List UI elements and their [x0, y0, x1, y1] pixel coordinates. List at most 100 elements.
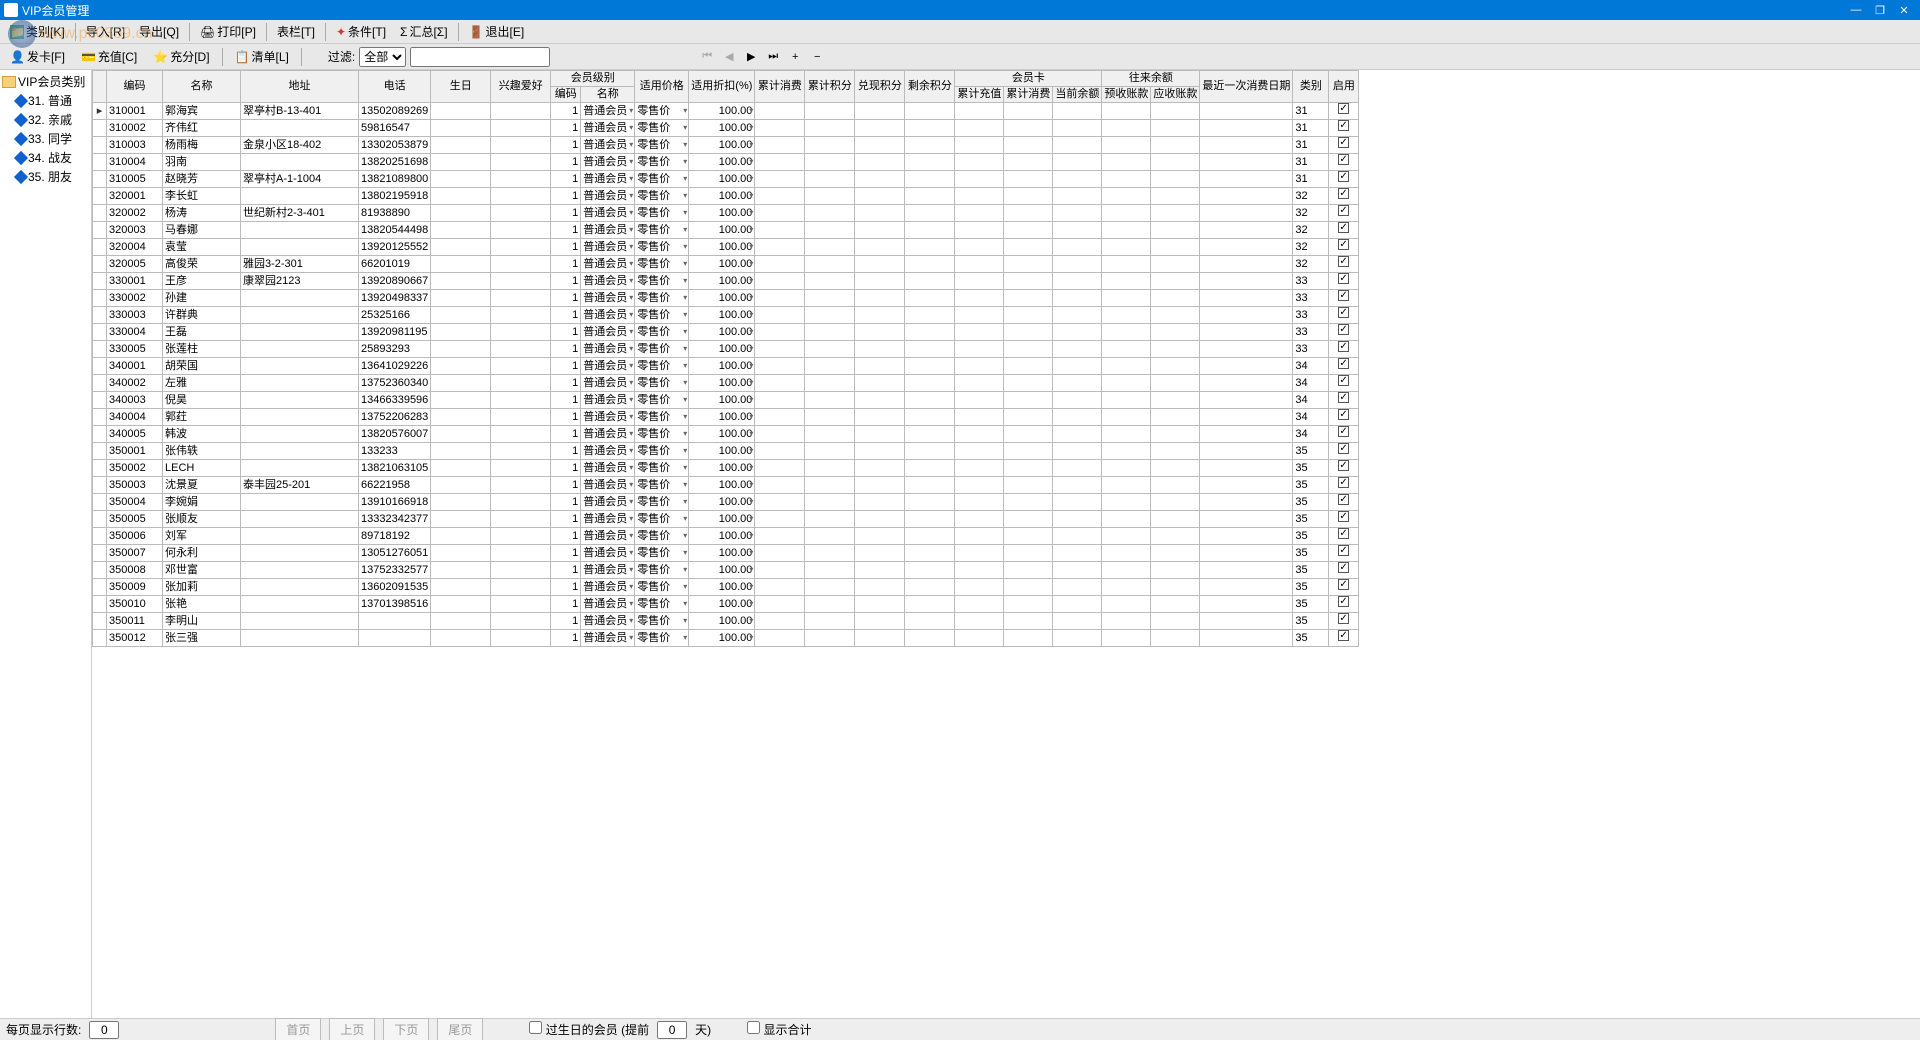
table-row[interactable]: 350006刘军897181921普通会员零售价100.0035: [93, 528, 1359, 545]
print-button[interactable]: 🖨打印[P]: [194, 21, 262, 42]
table-row[interactable]: 350002LECH138210631051普通会员零售价100.0035: [93, 460, 1359, 477]
table-row[interactable]: 340001胡荣国136410292261普通会员零售价100.0034: [93, 358, 1359, 375]
enable-checkbox[interactable]: [1338, 103, 1349, 114]
table-row[interactable]: 330001王彦康翠园2123139208906671普通会员零售价100.00…: [93, 273, 1359, 290]
format-button[interactable]: 表栏[T]: [271, 21, 321, 42]
enable-checkbox[interactable]: [1338, 392, 1349, 403]
first-page-button[interactable]: 首页: [275, 1018, 321, 1040]
points-button[interactable]: ⭐充分[D]: [147, 46, 215, 67]
filter-input[interactable]: [410, 47, 550, 67]
table-row[interactable]: 350010张艳137013985161普通会员零售价100.0035: [93, 596, 1359, 613]
enable-checkbox[interactable]: [1338, 154, 1349, 165]
recharge-button[interactable]: 💳充值[C]: [75, 46, 143, 67]
birthday-days-input[interactable]: [657, 1021, 687, 1039]
table-row[interactable]: 330002孙建139204983371普通会员零售价100.0033: [93, 290, 1359, 307]
condition-button[interactable]: ✦条件[T]: [330, 21, 392, 42]
table-row[interactable]: 350003沈景夏泰丰园25-201662219581普通会员零售价100.00…: [93, 477, 1359, 494]
export-button[interactable]: 导出[Q]: [133, 21, 185, 42]
enable-checkbox[interactable]: [1338, 528, 1349, 539]
col-disc[interactable]: 适用折扣(%): [689, 71, 755, 103]
enable-checkbox[interactable]: [1338, 562, 1349, 573]
col-price[interactable]: 适用价格: [635, 71, 689, 103]
pagesize-input[interactable]: [89, 1021, 119, 1039]
col-totpts[interactable]: 累计积分: [805, 71, 855, 103]
table-row[interactable]: 320005高俊荣雅园3-2-301662010191普通会员零售价100.00…: [93, 256, 1359, 273]
grid[interactable]: 编码 名称 地址 电话 生日 兴趣爱好 会员级别 适用价格 适用折扣(%) 累计…: [92, 70, 1920, 1020]
col-bal[interactable]: 往来余额: [1102, 71, 1200, 87]
enable-checkbox[interactable]: [1338, 256, 1349, 267]
enable-checkbox[interactable]: [1338, 511, 1349, 522]
nav-first-icon[interactable]: ⏮: [698, 48, 716, 66]
enable-checkbox[interactable]: [1338, 137, 1349, 148]
tree-item-3[interactable]: 34. 战友: [2, 148, 89, 167]
enable-checkbox[interactable]: [1338, 341, 1349, 352]
summary-button[interactable]: Σ 汇总[Σ]: [394, 21, 454, 42]
close-button[interactable]: ✕: [1892, 4, 1916, 17]
enable-checkbox[interactable]: [1338, 273, 1349, 284]
table-row[interactable]: 340002左雅137523603401普通会员零售价100.0034: [93, 375, 1359, 392]
table-row[interactable]: 350008邓世富137523325771普通会员零售价100.0035: [93, 562, 1359, 579]
table-row[interactable]: 350007何永利130512760511普通会员零售价100.0035: [93, 545, 1359, 562]
col-totcons[interactable]: 累计消费: [755, 71, 805, 103]
nav-remove-icon[interactable]: −: [808, 48, 826, 66]
tree-item-2[interactable]: 33. 同学: [2, 129, 89, 148]
enable-checkbox[interactable]: [1338, 426, 1349, 437]
table-row[interactable]: ▸310001郭海宾翠亭村B-13-401135020892691普通会员零售价…: [93, 103, 1359, 120]
enable-checkbox[interactable]: [1338, 324, 1349, 335]
table-row[interactable]: 350012张三强1普通会员零售价100.0035: [93, 630, 1359, 647]
col-cat[interactable]: 类别: [1293, 71, 1329, 103]
exit-button[interactable]: 🚪退出[E]: [463, 21, 531, 42]
col-redeem[interactable]: 兑现积分: [855, 71, 905, 103]
table-row[interactable]: 350011李明山1普通会员零售价100.0035: [93, 613, 1359, 630]
enable-checkbox[interactable]: [1338, 460, 1349, 471]
import-button[interactable]: 导入[R]: [80, 21, 131, 42]
nav-last-icon[interactable]: ⏭: [764, 48, 782, 66]
table-row[interactable]: 320001李长虹138021959181普通会员零售价100.0032: [93, 188, 1359, 205]
col-crecharge[interactable]: 累计充值: [955, 87, 1004, 103]
table-row[interactable]: 310003杨雨梅金泉小区18-402133020538791普通会员零售价10…: [93, 137, 1359, 154]
table-row[interactable]: 310005赵晓芳翠亭村A-1-1004138210898001普通会员零售价1…: [93, 171, 1359, 188]
table-row[interactable]: 320004袁莹139201255521普通会员零售价100.0032: [93, 239, 1359, 256]
col-pay[interactable]: 应收账款: [1151, 87, 1200, 103]
table-row[interactable]: 340004郭荭137522062831普通会员零售价100.0034: [93, 409, 1359, 426]
col-card[interactable]: 会员卡: [955, 71, 1102, 87]
enable-checkbox[interactable]: [1338, 477, 1349, 488]
enable-checkbox[interactable]: [1338, 307, 1349, 318]
col-name[interactable]: 名称: [163, 71, 241, 103]
enable-checkbox[interactable]: [1338, 630, 1349, 641]
enable-checkbox[interactable]: [1338, 579, 1349, 590]
col-ccons[interactable]: 累计消费: [1004, 87, 1053, 103]
col-code[interactable]: 编码: [107, 71, 163, 103]
enable-checkbox[interactable]: [1338, 239, 1349, 250]
show-total-checkbox[interactable]: 显示合计: [747, 1021, 811, 1038]
enable-checkbox[interactable]: [1338, 375, 1349, 386]
tree-item-0[interactable]: 31. 普通: [2, 91, 89, 110]
col-hobby[interactable]: 兴趣爱好: [491, 71, 551, 103]
col-remain[interactable]: 剩余积分: [905, 71, 955, 103]
next-page-button[interactable]: 下页: [383, 1018, 429, 1040]
col-birth[interactable]: 生日: [431, 71, 491, 103]
col-cbal[interactable]: 当前余额: [1053, 87, 1102, 103]
enable-checkbox[interactable]: [1338, 613, 1349, 624]
filter-select[interactable]: 全部: [359, 47, 406, 67]
list-button[interactable]: 📋清单[L]: [229, 46, 295, 67]
col-prepay[interactable]: 预收账款: [1102, 87, 1151, 103]
enable-checkbox[interactable]: [1338, 596, 1349, 607]
nav-next-icon[interactable]: ▶: [742, 48, 760, 66]
col-enable[interactable]: 启用: [1329, 71, 1359, 103]
enable-checkbox[interactable]: [1338, 443, 1349, 454]
enable-checkbox[interactable]: [1338, 171, 1349, 182]
category-button[interactable]: 📁类别[K]: [4, 21, 71, 42]
table-row[interactable]: 330003许群典253251661普通会员零售价100.0033: [93, 307, 1359, 324]
col-phone[interactable]: 电话: [359, 71, 431, 103]
col-last[interactable]: 最近一次消费日期: [1200, 71, 1293, 103]
table-row[interactable]: 350004李婉娟139101669181普通会员零售价100.0035: [93, 494, 1359, 511]
table-row[interactable]: 320002杨涛世纪新村2-3-401819388901普通会员零售价100.0…: [93, 205, 1359, 222]
enable-checkbox[interactable]: [1338, 222, 1349, 233]
nav-add-icon[interactable]: +: [786, 48, 804, 66]
table-row[interactable]: 310002齐伟红598165471普通会员零售价100.0031: [93, 120, 1359, 137]
enable-checkbox[interactable]: [1338, 205, 1349, 216]
tree-item-4[interactable]: 35. 朋友: [2, 167, 89, 186]
enable-checkbox[interactable]: [1338, 409, 1349, 420]
table-row[interactable]: 310004羽南138202516981普通会员零售价100.0031: [93, 154, 1359, 171]
